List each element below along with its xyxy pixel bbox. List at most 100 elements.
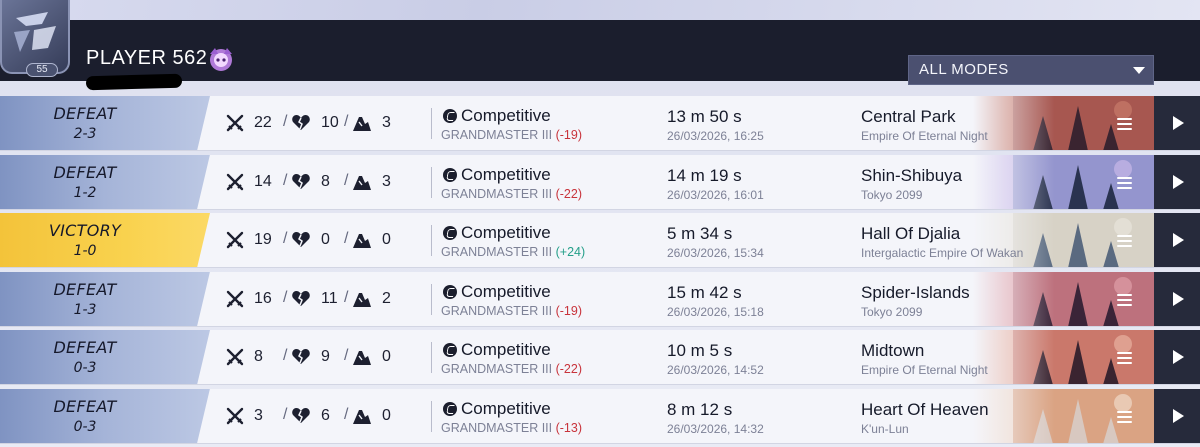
match-result-banner: DEFEAT 0-3 [0, 330, 210, 385]
match-duration: 13 m 50 s [667, 107, 742, 126]
replay-play-button[interactable] [1154, 330, 1200, 385]
deaths-count: 9 [321, 348, 330, 365]
details-menu-icon[interactable] [1117, 235, 1132, 247]
match-row[interactable]: DEFEAT 0-3 8 / 9 / 0 Competitive GRANDMA… [0, 330, 1200, 385]
kills-stat: 8 [226, 347, 263, 367]
rank-info: GRANDMASTER III (-13) [441, 421, 582, 435]
replay-play-button[interactable] [1154, 213, 1200, 268]
match-result: DEFEAT [53, 338, 117, 357]
rank-info: GRANDMASTER III (+24) [441, 245, 585, 259]
game-mode: Competitive [443, 222, 551, 244]
replay-play-button[interactable] [1154, 271, 1200, 327]
game-mode: Competitive [443, 339, 551, 361]
deaths-count: 10 [321, 114, 339, 131]
match-row[interactable]: DEFEAT 2-3 22 / 10 / 3 Competitive GRAND… [0, 96, 1200, 151]
match-duration: 10 m 5 s [667, 341, 733, 360]
rank-change: (+24) [555, 245, 586, 259]
kills-count: 8 [254, 348, 263, 365]
stat-separator: / [283, 230, 288, 247]
game-mode-label: Competitive [461, 281, 551, 301]
match-result-banner: DEFEAT 1-3 [0, 271, 210, 327]
assists-count: 0 [382, 406, 391, 424]
deaths-count: 6 [321, 406, 330, 424]
match-row[interactable]: DEFEAT 0-3 3 / 6 / 0 Competitive GRANDMA… [0, 388, 1200, 444]
replay-play-button[interactable] [1154, 388, 1200, 444]
playstation-icon [443, 226, 457, 240]
match-datetime: 26/03/2026, 16:25 [667, 129, 764, 143]
replay-play-button[interactable] [1154, 96, 1200, 151]
match-row[interactable]: DEFEAT 1-3 16 / 11 / 2 Competitive GRAND… [0, 271, 1200, 327]
assists-count: 0 [382, 348, 391, 365]
kills-count: 3 [254, 406, 263, 424]
kills-stat: 3 [226, 406, 263, 426]
match-row[interactable]: VICTORY 1-0 19 / 0 / 0 Competitive GRAND… [0, 213, 1200, 268]
avatar-emblem-icon [14, 12, 56, 52]
match-result: DEFEAT [53, 396, 117, 416]
crossed-swords-icon [226, 290, 244, 307]
kills-stat: 19 [226, 230, 272, 250]
details-menu-icon[interactable] [1117, 176, 1132, 189]
stat-separator: / [344, 347, 349, 364]
details-menu-icon[interactable] [1117, 410, 1132, 423]
stat-separator: / [283, 288, 288, 306]
broken-heart-icon [292, 232, 310, 247]
rank-label: GRANDMASTER III [441, 303, 553, 318]
rank-label: GRANDMASTER III [441, 186, 553, 201]
assist-hands-icon [353, 175, 371, 190]
map-name: Spider-Islands [861, 282, 970, 302]
assists-count: 0 [382, 231, 391, 248]
deaths-count: 0 [321, 231, 330, 248]
details-menu-icon[interactable] [1117, 118, 1132, 130]
assists-stat: 0 [352, 347, 391, 367]
broken-heart-icon [292, 290, 310, 306]
match-duration: 15 m 42 s [667, 282, 742, 302]
stat-separator: / [283, 347, 288, 364]
game-mode: Competitive [443, 398, 551, 420]
map-name: Hall Of Djalia [861, 224, 961, 243]
assist-hands-icon [353, 409, 371, 424]
playstation-icon [443, 167, 457, 182]
kills-stat: 16 [226, 289, 272, 309]
playstation-icon [443, 343, 457, 357]
deaths-stat: 8 [291, 172, 330, 192]
assists-count: 3 [382, 172, 391, 190]
kills-count: 16 [254, 289, 272, 307]
game-mode-label: Competitive [461, 340, 551, 359]
rank-change: (-22) [555, 186, 583, 201]
stat-separator: / [344, 405, 349, 423]
match-datetime: 26/03/2026, 15:34 [667, 246, 764, 260]
match-score: 1-0 [73, 243, 97, 259]
assists-stat: 3 [352, 172, 391, 192]
match-result: VICTORY [48, 221, 122, 240]
column-divider [431, 108, 432, 139]
match-datetime: 26/03/2026, 16:01 [667, 187, 764, 202]
assist-hands-icon [353, 292, 371, 307]
stat-separator: / [344, 113, 349, 130]
replay-play-button[interactable] [1154, 154, 1200, 210]
map-region: Tokyo 2099 [861, 304, 923, 319]
rank-change: (-19) [555, 128, 583, 142]
assist-hands-icon [353, 234, 371, 248]
playstation-icon [443, 284, 457, 299]
stat-separator: / [344, 288, 349, 306]
match-row[interactable]: DEFEAT 1-2 14 / 8 / 3 Competitive GRANDM… [0, 154, 1200, 210]
deaths-stat: 9 [291, 347, 330, 367]
match-score: 1-3 [73, 301, 97, 318]
crossed-swords-icon [226, 114, 244, 132]
map-region: K'un-Lun [861, 421, 909, 436]
details-menu-icon[interactable] [1117, 293, 1132, 306]
crossed-swords-icon [226, 231, 244, 249]
assists-stat: 3 [352, 113, 391, 133]
deaths-count: 8 [321, 172, 330, 190]
kills-count: 22 [254, 114, 272, 131]
redacted-name-bar [85, 73, 183, 91]
rank-change: (-13) [555, 420, 583, 435]
kills-count: 14 [254, 172, 272, 190]
mode-filter-dropdown[interactable]: ALL MODES [908, 55, 1154, 85]
details-menu-icon[interactable] [1117, 352, 1132, 364]
assist-hands-icon [353, 117, 371, 131]
match-result-banner: DEFEAT 0-3 [0, 388, 210, 444]
game-mode-label: Competitive [461, 164, 551, 184]
column-divider [431, 342, 432, 373]
match-result: DEFEAT [53, 104, 117, 123]
